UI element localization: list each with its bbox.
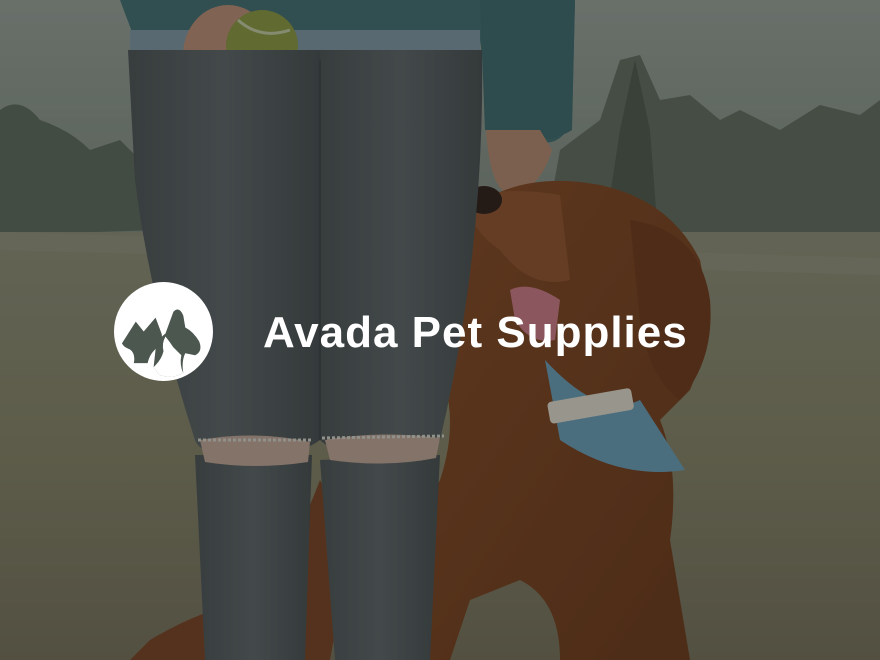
cat-and-dog-icon <box>114 281 213 381</box>
brand-lockup: Avada Pet Supplies <box>114 281 688 381</box>
brand-name: Avada Pet Supplies <box>263 308 688 357</box>
hero-banner: Avada Pet Supplies <box>0 0 880 660</box>
